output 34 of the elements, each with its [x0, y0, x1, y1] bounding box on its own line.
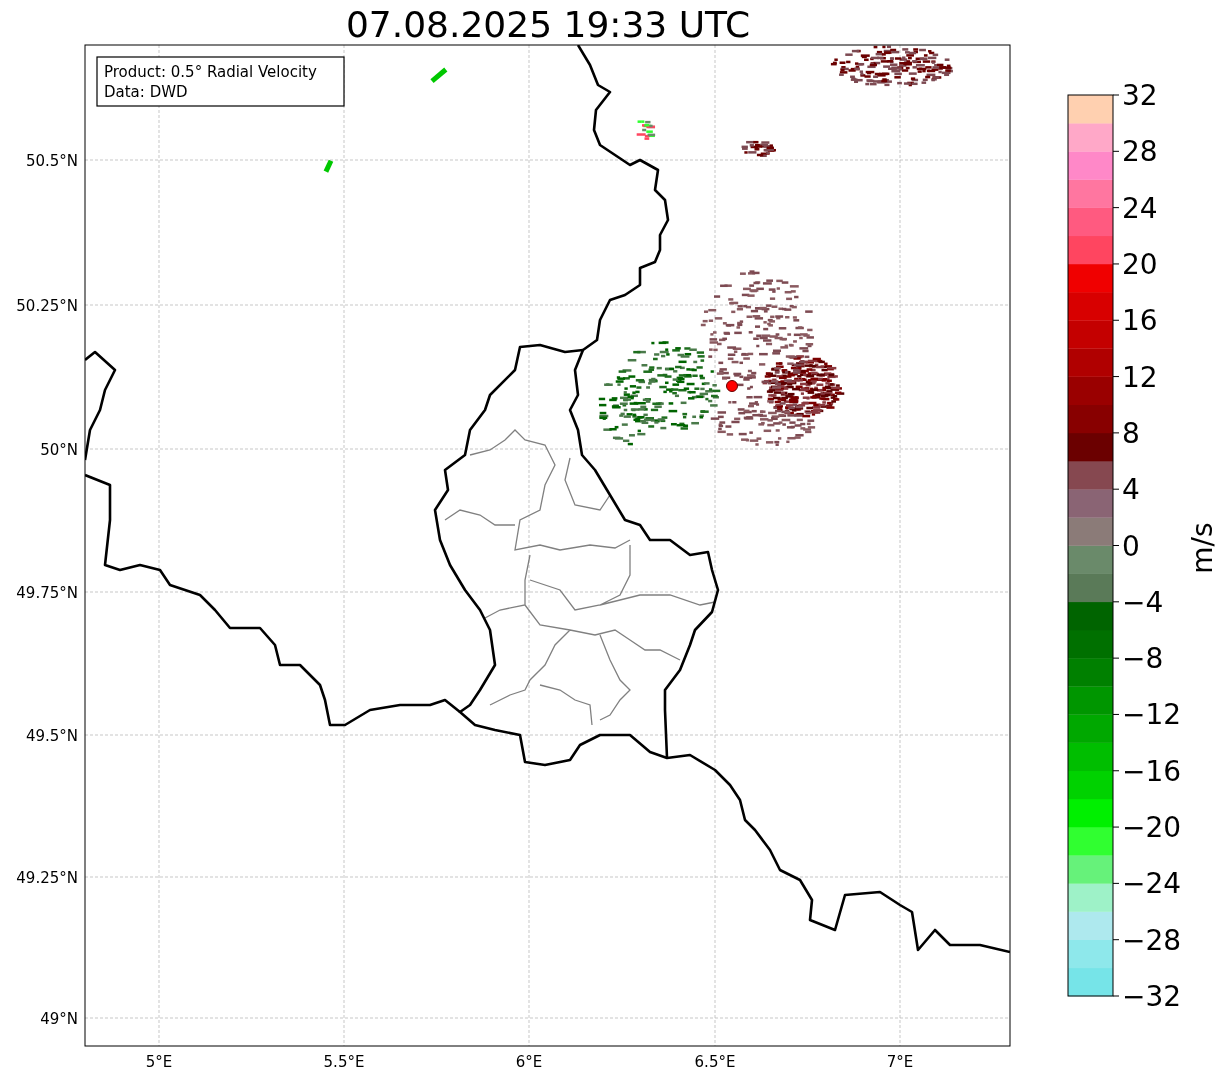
- colorbar-tick-label: 16: [1122, 304, 1158, 338]
- latitude-label: 49.5°N: [25, 727, 78, 745]
- colorbar-tick-label: 28: [1122, 135, 1158, 169]
- latitude-label: 49.75°N: [16, 584, 78, 602]
- colorbar-tick-label: 20: [1122, 247, 1158, 281]
- colorbar-tick-label: −20: [1122, 811, 1182, 845]
- colorbar-tick-label: 12: [1122, 360, 1158, 394]
- latitude-label: 50.25°N: [16, 297, 78, 315]
- colorbar-tick-label: −32: [1122, 980, 1182, 1013]
- colorbar-tick-label: −16: [1122, 754, 1182, 788]
- colorbar-tick-label: 0: [1122, 529, 1140, 563]
- colorbar-tick-label: −8: [1122, 642, 1164, 676]
- info-text: Product: 0.5° Radial Velocity: [104, 63, 317, 81]
- latitude-label: 50.5°N: [25, 152, 78, 170]
- radar-station-marker: [726, 380, 738, 392]
- longitude-label: 6°E: [515, 1053, 543, 1071]
- colorbar-tick-label: −24: [1122, 867, 1182, 901]
- latitude-label: 49°N: [40, 1010, 78, 1028]
- colorbar-tick-label: 32: [1122, 79, 1158, 112]
- latitude-label: 49.25°N: [16, 869, 78, 887]
- latitude-label: 50°N: [40, 441, 78, 459]
- colorbar-tick-label: −28: [1122, 923, 1182, 957]
- colorbar-tick-label: 24: [1122, 191, 1158, 225]
- colorbar-tick-label: 4: [1122, 473, 1140, 507]
- longitude-label: 5°E: [145, 1053, 173, 1071]
- colorbar-tick-label: 8: [1122, 416, 1140, 450]
- colorbar-label: m/s: [1186, 522, 1219, 574]
- longitude-label: 6.5°E: [694, 1053, 736, 1071]
- colorbar-tick-label: −4: [1122, 585, 1164, 619]
- chart-title: 07.08.2025 19:33 UTC: [345, 4, 751, 45]
- info-text: Data: DWD: [104, 83, 188, 101]
- longitude-label: 5.5°E: [323, 1053, 365, 1071]
- colorbar-tick-label: −12: [1122, 698, 1182, 732]
- longitude-label: 7°E: [886, 1053, 914, 1071]
